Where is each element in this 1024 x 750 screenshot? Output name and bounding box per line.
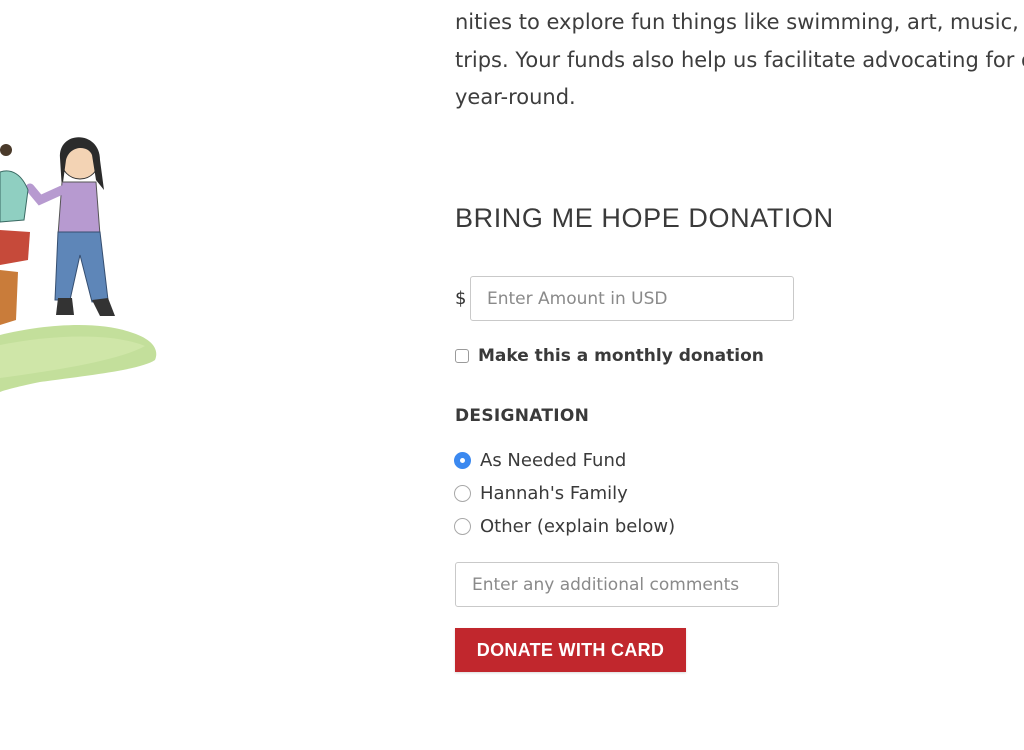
designation-label: DESIGNATION [455,406,590,426]
radio-as-needed[interactable] [454,452,471,469]
monthly-donation-label: Make this a monthly donation [478,346,764,366]
radio-label: Other (explain below) [480,516,676,537]
comments-input[interactable] [455,562,779,607]
radio-label: As Needed Fund [480,450,627,471]
intro-text: nities to explore fun things like swimmi… [455,4,1024,117]
radio-other[interactable] [454,518,471,535]
designation-option-hannahs-family[interactable]: Hannah's Family [454,483,628,504]
currency-symbol: $ [455,288,467,309]
children-playing-illustration [0,137,157,392]
radio-hannahs-family[interactable] [454,485,471,502]
amount-input[interactable] [470,276,794,321]
intro-line: year-round. [455,85,576,109]
monthly-donation-option[interactable]: Make this a monthly donation [455,346,764,366]
donation-form-title: BRING ME HOPE DONATION [455,203,834,233]
donate-with-card-button[interactable]: DONATE WITH CARD [455,628,686,672]
intro-line: nities to explore fun things like swimmi… [455,10,1024,34]
radio-label: Hannah's Family [480,483,628,504]
intro-line: trips. Your funds also help us facilitat… [455,47,1024,72]
designation-option-other[interactable]: Other (explain below) [454,516,675,537]
monthly-donation-checkbox[interactable] [455,349,469,363]
designation-option-as-needed[interactable]: As Needed Fund [454,450,626,471]
